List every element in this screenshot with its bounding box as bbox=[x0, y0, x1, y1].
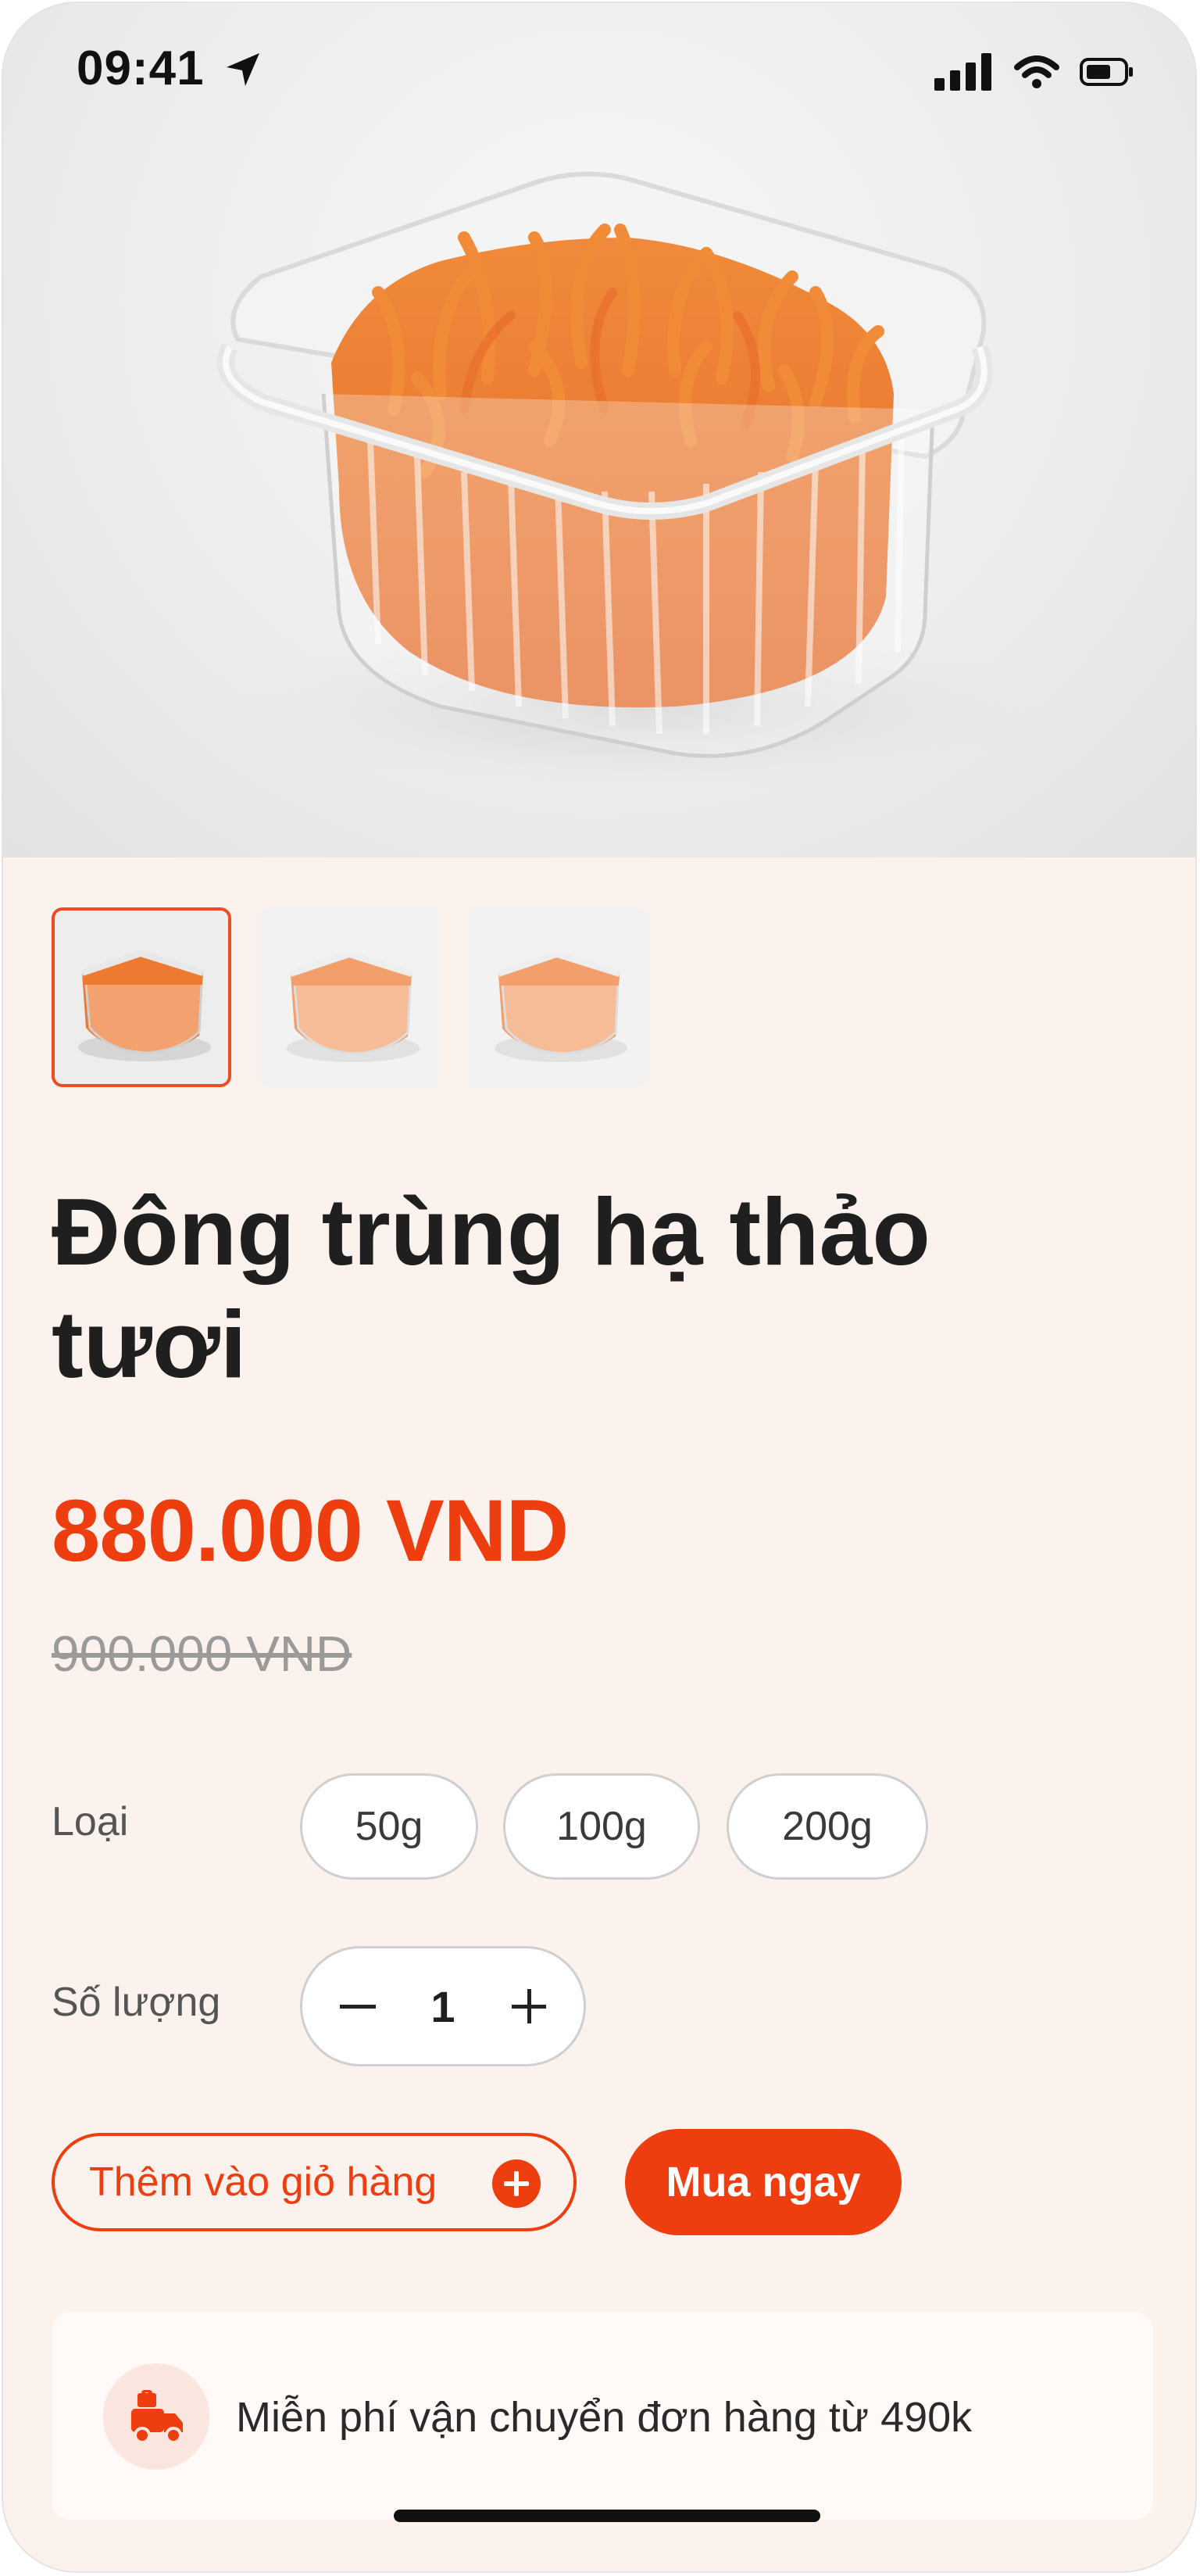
battery-icon bbox=[1080, 58, 1133, 86]
size-option-50g[interactable]: 50g bbox=[300, 1773, 478, 1880]
signal-icon bbox=[934, 53, 991, 91]
thumbnail-image bbox=[78, 950, 211, 1061]
original-price: 900.000 VND bbox=[52, 1626, 352, 1682]
status-indicators bbox=[934, 53, 1134, 91]
product-price: 880.000 VND bbox=[52, 1482, 569, 1580]
thumbnail-image bbox=[495, 950, 627, 1062]
status-time: 09:41 bbox=[77, 41, 205, 95]
thumbnail-strip bbox=[52, 907, 647, 1087]
thumbnail-image bbox=[287, 950, 420, 1062]
wifi-icon bbox=[1014, 55, 1059, 88]
increase-button[interactable] bbox=[512, 1989, 546, 2023]
quantity-label: Số lượng bbox=[52, 1980, 221, 2025]
size-option-200g[interactable]: 200g bbox=[727, 1773, 928, 1880]
shipping-info-card: Miễn phí vận chuyển đơn hàng từ 490k bbox=[52, 2312, 1153, 2520]
phone-screen: 09:41 Đông trùng hạ thảo tươi 880.000 VN… bbox=[2, 2, 1197, 2573]
quantity-stepper: 1 bbox=[300, 1946, 586, 2066]
add-to-cart-button[interactable]: Thêm vào giỏ hàng bbox=[52, 2133, 577, 2231]
size-option-100g[interactable]: 100g bbox=[503, 1773, 700, 1880]
thumbnail-2[interactable] bbox=[259, 907, 439, 1087]
type-label: Loại bbox=[52, 1799, 129, 1844]
product-title: Đông trùng hạ thảo tươi bbox=[52, 1179, 930, 1397]
thumbnail-3[interactable] bbox=[467, 907, 647, 1087]
delivery-truck-icon bbox=[103, 2363, 209, 2470]
product-main-image[interactable] bbox=[3, 3, 1195, 857]
location-arrow-icon bbox=[227, 53, 259, 86]
cordyceps-box-image bbox=[217, 171, 1050, 792]
home-indicator[interactable] bbox=[394, 2510, 820, 2522]
buy-now-button[interactable]: Mua ngay bbox=[625, 2129, 902, 2235]
plus-circle-icon bbox=[492, 2159, 541, 2208]
thumbnail-1[interactable] bbox=[52, 907, 231, 1087]
add-to-cart-label: Thêm vào giỏ hàng bbox=[89, 2159, 438, 2205]
shipping-text: Miễn phí vận chuyển đơn hàng từ 490k bbox=[236, 2394, 973, 2441]
